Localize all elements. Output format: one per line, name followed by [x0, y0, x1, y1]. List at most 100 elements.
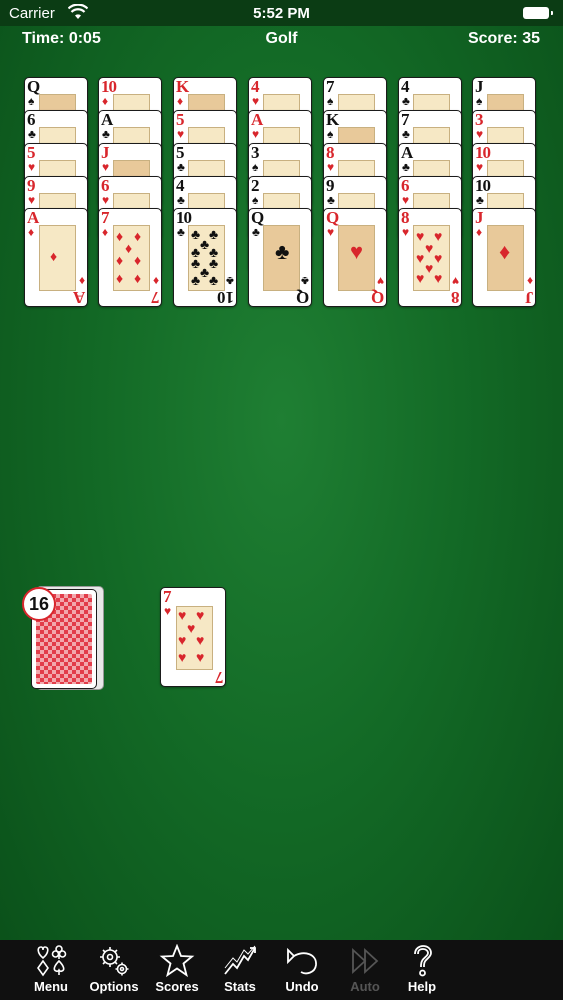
star-icon — [159, 944, 195, 978]
suit-pip-icon: ♣ — [209, 272, 219, 288]
fast-forward-icon — [352, 947, 379, 975]
card-rank-bottom: Q — [295, 288, 309, 307]
suit-pip-icon: ♦ — [116, 252, 124, 268]
card-suit-icon: ♥ — [327, 225, 335, 239]
heart-pip-icon: ♥ — [178, 632, 187, 648]
help-button[interactable]: Help — [392, 944, 452, 994]
waste-card[interactable]: 7 ♥ ♥ ♥ ♥ ♥ ♥ ♥ ♥ 7 — [160, 587, 226, 687]
card-suit-icon: ♥ — [28, 193, 36, 207]
scores-button[interactable]: Scores — [147, 944, 207, 994]
suit-pip-icon: ♣ — [200, 264, 210, 280]
card-suit-icon: ♣ — [402, 127, 410, 141]
card-suit-icon: ♣ — [476, 193, 484, 207]
card-suit-icon: ♥ — [476, 127, 484, 141]
card-suit-icon: ♣ — [402, 160, 410, 174]
card-suit-bottom-icon: ♥ — [376, 274, 384, 288]
help-label: Help — [407, 979, 437, 994]
tableau-top-card[interactable]: 10 ♣ ♣ ♣ ♣ ♣ ♣ ♣ ♣ ♣ ♣ ♣ 10 ♣ — [173, 208, 237, 307]
suit-pip-icon: ♥ — [425, 240, 434, 256]
menu-button[interactable]: Menu — [21, 944, 81, 994]
stats-button[interactable]: Stats — [210, 944, 270, 994]
card-suit-icon: ♥ — [402, 225, 410, 239]
suit-pip-icon: ♥ — [416, 228, 425, 244]
card-suit-icon: ♠ — [28, 94, 35, 108]
card-suit-icon: ♠ — [327, 127, 334, 141]
suit-pip-icon: ♥ — [425, 260, 434, 276]
suit-pip-icon: ♥ — [434, 270, 443, 286]
card-suit-icon: ♣ — [402, 94, 410, 108]
card-suit-icon: ♣ — [28, 127, 36, 141]
tableau-top-card[interactable]: Q ♣ ♣ Q ♣ — [248, 208, 312, 307]
heart-pip-icon: ♥ — [196, 632, 205, 648]
card-suit-icon: ♥ — [102, 193, 110, 207]
heart-pip-icon: ♥ — [187, 620, 196, 636]
card-suit-icon: ♣ — [177, 160, 185, 174]
card-suit-icon: ♣ — [102, 127, 110, 141]
suit-pip-icon: ♦ — [125, 240, 133, 256]
options-button[interactable]: Options — [84, 944, 144, 994]
suit-pip-icon: ♣ — [191, 272, 201, 288]
card-rank-bottom: 8 — [450, 288, 460, 307]
card-suit-icon: ♠ — [252, 193, 259, 207]
card-suit-icon: ♥ — [252, 127, 260, 141]
battery-icon — [523, 7, 553, 19]
suit-pip-icon: ♥ — [416, 270, 425, 286]
waste-rank-bottom: 7 — [214, 668, 224, 687]
chart-icon — [224, 945, 256, 975]
tableau-top-card[interactable]: 8 ♥ ♥ ♥ ♥ ♥ ♥ ♥ ♥ ♥ 8 ♥ — [398, 208, 462, 307]
card-suit-icon: ♣ — [177, 193, 185, 207]
suit-pip-icon: ♣ — [191, 226, 201, 242]
card-suit-icon: ♠ — [252, 160, 259, 174]
card-suit-icon: ♦ — [177, 94, 184, 108]
card-suit-icon: ♣ — [252, 225, 260, 239]
card-suit-bottom-icon: ♦ — [526, 274, 533, 288]
heart-pip-icon: ♥ — [196, 607, 205, 623]
card-suit-icon: ♥ — [177, 127, 185, 141]
score-label: Score: 35 — [467, 30, 540, 47]
gears-icon — [100, 947, 129, 976]
card-suit-bottom-icon: ♦ — [78, 274, 85, 288]
suit-pip-icon: ♣ — [191, 255, 201, 271]
suit-pip-icon: ♥ — [434, 250, 443, 266]
tableau-top-card[interactable]: 7 ♦ ♦ ♦ ♦ ♦ ♦ ♦ ♦ 7 ♦ — [98, 208, 162, 307]
card-suit-bottom-icon: ♦ — [152, 274, 159, 288]
card-suit-icon: ♦ — [102, 225, 109, 239]
tableau-top-card[interactable]: Q ♥ ♥ Q ♥ — [323, 208, 387, 307]
card-rank-bottom: A — [72, 288, 85, 307]
suit-pip-icon: ♦ — [134, 228, 142, 244]
stats-label: Stats — [224, 979, 256, 994]
tableau-top-card[interactable]: J ♦ ♦ J ♦ — [472, 208, 536, 307]
card-rank-bottom: J — [524, 288, 534, 307]
suit-pip-icon: ♣ — [200, 236, 210, 252]
options-label: Options — [89, 979, 139, 994]
suit-pip-icon: ♣ — [209, 226, 219, 242]
tableau-top-card[interactable]: A ♦ ♦ A ♦ — [24, 208, 88, 307]
status-bar: Carrier 5:52 PM — [0, 0, 563, 26]
card-suit-bottom-icon: ♣ — [226, 274, 234, 288]
heart-pip-icon: ♥ — [178, 607, 187, 623]
bottom-toolbar: Menu Options Scores Stats Undo Auto Help — [0, 940, 563, 1000]
card-suit-icon: ♥ — [476, 160, 484, 174]
undo-button[interactable]: Undo — [272, 944, 332, 994]
auto-button[interactable]: Auto — [335, 944, 395, 994]
suit-pip-icon: ♦ — [134, 270, 142, 286]
card-suit-icon: ♣ — [327, 193, 335, 207]
suit-pip-icon: ♥ — [350, 239, 364, 264]
card-suit-icon: ♠ — [327, 94, 334, 108]
card-suit-icon: ♥ — [28, 160, 36, 174]
card-suits-icon — [37, 945, 67, 977]
card-suit-icon: ♠ — [476, 94, 483, 108]
status-clock: 5:52 PM — [253, 5, 310, 22]
stock-count-badge: 16 — [22, 587, 56, 621]
suit-pip-icon: ♦ — [116, 270, 124, 286]
suit-pip-icon: ♦ — [134, 252, 142, 268]
card-suit-icon: ♥ — [402, 193, 410, 207]
card-suit-icon: ♦ — [476, 225, 483, 239]
auto-label: Auto — [350, 979, 380, 994]
game-header: Time: 0:05 Golf Score: 35 — [0, 28, 563, 52]
undo-label: Undo — [285, 979, 319, 994]
menu-label: Menu — [34, 979, 68, 994]
heart-pip-icon: ♥ — [178, 649, 187, 665]
card-face — [39, 225, 76, 291]
card-suit-icon: ♥ — [252, 94, 260, 108]
